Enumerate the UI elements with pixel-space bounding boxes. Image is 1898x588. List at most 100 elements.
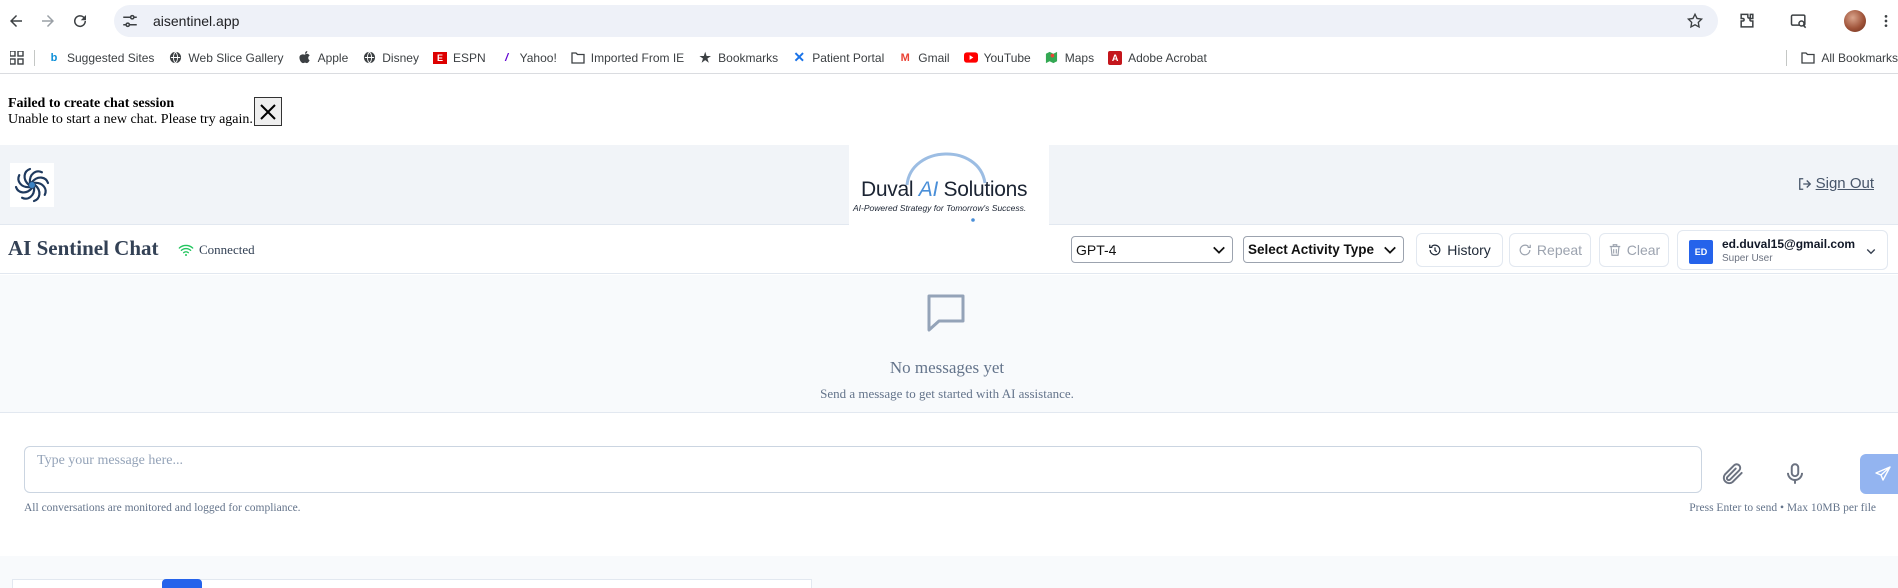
user-menu[interactable]: ED ed.duval15@gmail.com Super User [1677, 230, 1888, 270]
bookmark-label: Web Slice Gallery [188, 50, 284, 65]
globe-icon [168, 51, 182, 65]
brand-name-pre: Duval [861, 178, 919, 201]
attach-button[interactable] [1708, 454, 1758, 494]
chevron-down-icon [1866, 249, 1876, 255]
site-settings-icon[interactable] [121, 12, 139, 30]
espn-icon: E [432, 51, 447, 64]
bookmark-label: Yahoo! [519, 50, 557, 65]
star-icon: ★ [699, 49, 711, 65]
bookmark-item[interactable]: b Suggested Sites [47, 50, 155, 65]
profile-button[interactable] [1842, 8, 1868, 34]
bookmark-item[interactable]: / Yahoo! [500, 51, 557, 65]
error-text: Unable to start a new chat. Please try a… [8, 112, 253, 127]
bookmarks-bar: b Suggested Sites Web Slice Gallery Apple… [0, 42, 1898, 74]
apps-grid-icon [10, 50, 24, 65]
repeat-button[interactable]: Repeat [1509, 233, 1591, 267]
brand-name-post: Solutions [937, 178, 1028, 201]
folder-icon [571, 51, 585, 65]
arrow-right-icon [42, 15, 54, 27]
browser-toolbar: aisentinel.app [0, 0, 1898, 42]
history-icon [1429, 244, 1441, 256]
history-button[interactable]: History [1416, 233, 1503, 267]
apps-button[interactable] [10, 50, 24, 65]
all-bookmarks-label: All Bookmarks [1821, 51, 1898, 65]
bookmark-item[interactable]: A Adobe Acrobat [1108, 50, 1207, 65]
error-title: Failed to create chat session [8, 96, 175, 111]
tab-search-icon [1790, 14, 1807, 29]
message-input[interactable] [24, 446, 1702, 493]
profile-avatar [1844, 10, 1866, 32]
swirl-logo-icon [14, 167, 50, 203]
search-tabs-button[interactable] [1786, 8, 1812, 34]
reload-button[interactable] [66, 7, 94, 35]
bookmark-item[interactable]: Maps [1045, 51, 1094, 65]
bookmark-item[interactable]: M Gmail [898, 51, 950, 65]
bookmarks-separator [34, 49, 35, 66]
bookmark-label: Adobe Acrobat [1128, 50, 1207, 65]
activity-select-value: Select Activity Type [1248, 242, 1375, 257]
message-composer: All conversations are monitored and logg… [0, 414, 1898, 556]
messages-empty-state: No messages yet Send a message to get st… [0, 275, 1898, 413]
trash-icon [1609, 244, 1621, 256]
maps-icon [1045, 51, 1059, 65]
history-label: History [1447, 242, 1491, 258]
message-bubble-icon [927, 294, 965, 332]
bookmark-label: Suggested Sites [67, 50, 155, 65]
footer-tab[interactable] [162, 579, 202, 588]
bookmark-item[interactable]: Imported From IE [571, 51, 684, 65]
app-logo[interactable] [10, 163, 54, 207]
bookmark-item[interactable]: Web Slice Gallery [168, 50, 284, 65]
chevron-down-icon [1384, 246, 1396, 254]
activity-type-select[interactable]: Select Activity Type [1243, 236, 1404, 263]
chat-toolbar: AI Sentinel Chat Connected GPT-4 Select … [0, 226, 1898, 274]
bookmark-star-icon[interactable] [1686, 12, 1704, 30]
yahoo-icon: / [505, 51, 509, 64]
send-button[interactable] [1860, 454, 1898, 494]
error-message: Failed to create chat session Unable to … [8, 96, 253, 128]
chat-title: AI Sentinel Chat [8, 236, 159, 260]
sign-out-label: Sign Out [1815, 175, 1874, 192]
brand-name: Duval AI Solutions [861, 178, 1028, 202]
bookmark-label: Bookmarks [718, 50, 779, 65]
clear-button[interactable]: Clear [1599, 233, 1669, 267]
bookmark-label: Apple [317, 50, 349, 65]
error-close-button[interactable] [254, 97, 282, 126]
bookmark-label: Patient Portal [812, 50, 885, 65]
user-avatar: ED [1689, 240, 1713, 264]
sign-out-link[interactable]: Sign Out [1798, 175, 1874, 192]
extensions-button[interactable] [1734, 8, 1760, 34]
empty-subtitle: Send a message to get started with AI as… [820, 386, 1074, 401]
forward-button[interactable] [34, 7, 62, 35]
menu-button[interactable] [1878, 8, 1894, 34]
microphone-icon [1786, 463, 1804, 484]
bookmark-item[interactable]: E ESPN [432, 51, 486, 65]
bookmark-item[interactable]: Apple [298, 50, 349, 65]
bookmark-item[interactable]: Disney [362, 51, 419, 65]
bookmark-label: Disney [382, 50, 419, 65]
address-bar[interactable]: aisentinel.app [114, 5, 1718, 37]
bing-icon: b [50, 51, 58, 64]
chevron-down-icon [1213, 246, 1225, 254]
compliance-note: All conversations are monitored and logg… [24, 502, 301, 514]
all-bookmarks[interactable]: All Bookmarks [1786, 50, 1898, 66]
x-icon: ✕ [793, 49, 806, 65]
url-text[interactable]: aisentinel.app [153, 13, 239, 29]
close-icon [260, 103, 276, 120]
bookmark-item[interactable]: YouTube [963, 50, 1031, 65]
clear-label: Clear [1626, 242, 1661, 258]
reload-icon [74, 15, 87, 28]
model-select-value: GPT-4 [1076, 241, 1117, 258]
back-button[interactable] [2, 7, 30, 35]
bookmark-item[interactable]: ★ Bookmarks [698, 49, 779, 65]
empty-title: No messages yet [889, 358, 1005, 377]
connection-status: Connected [178, 242, 255, 258]
bookmark-label: YouTube [983, 50, 1031, 65]
brand-logo: Duval AI Solutions AI-Powered Strategy f… [849, 145, 1049, 225]
bookmark-item[interactable]: ✕ Patient Portal [792, 49, 885, 65]
footer-panel [12, 579, 812, 588]
brand-name-ai: AI [918, 178, 939, 201]
microphone-button[interactable] [1772, 454, 1818, 494]
wifi-icon [178, 244, 194, 256]
gmail-icon: M [900, 51, 910, 64]
model-select[interactable]: GPT-4 [1071, 236, 1233, 263]
